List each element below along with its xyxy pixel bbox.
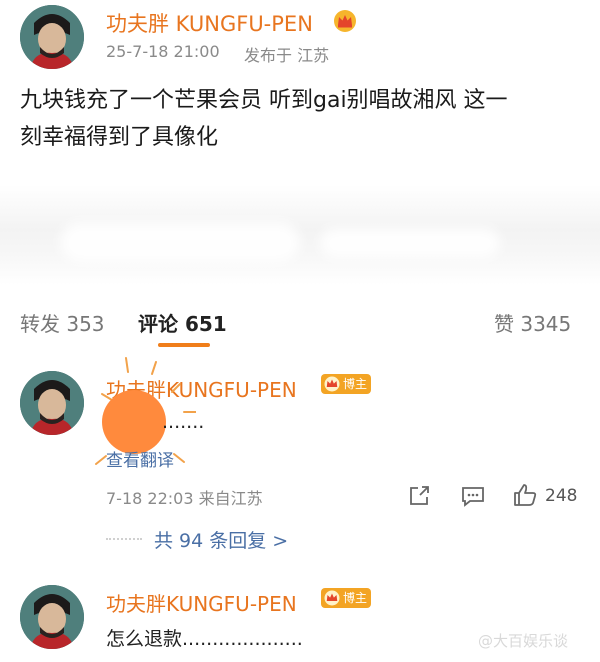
post-author-avatar[interactable] [20,5,84,69]
author-badge: 博主 [321,374,372,394]
tab-repost[interactable]: 转发 353 [20,308,105,337]
like-icon[interactable] [512,482,538,508]
comment-2-text: 怎么退款.................... [106,628,303,650]
tab-likes[interactable]: 赞 3345 [494,308,571,337]
tab-comments[interactable]: 评论 651 [138,308,227,337]
blurred-image-highlight-2 [320,228,500,258]
translate-link[interactable]: 查看翻译 [106,446,174,471]
author-badge: 博主 [321,588,372,608]
comment-icon[interactable] [460,485,486,507]
crown-icon [324,376,340,392]
share-icon[interactable] [408,485,432,507]
post-time: 25-7-18 21:00 [106,42,220,61]
author-badge-label: 博主 [343,377,368,391]
post-text-line-2: 刻幸福得到了具像化 [20,125,219,150]
author-badge-label: 博主 [343,591,368,605]
blurred-image-highlight [60,222,300,262]
crown-icon [334,10,356,32]
comment-2-author[interactable]: 功夫胖KUNGFU-PEN [106,588,297,617]
view-replies-link[interactable]: 共 94 条回复 > [154,526,288,553]
replies-divider [106,538,142,540]
comment-1-like-count: 248 [545,486,578,506]
watermark: @大百娱乐谈 [478,632,569,650]
crown-icon [324,590,340,606]
tab-active-indicator [158,343,210,347]
comment-1-time: 7-18 22:03 来自江苏 [106,489,263,508]
comment-1-text: ....... [162,411,205,433]
post-text-line-1: 九块钱充了一个芒果会员 听到gai别唱故湘风 这一 [20,88,508,113]
comment-2-avatar[interactable] [20,585,84,649]
comment-1-avatar[interactable] [20,371,84,435]
post-location: 发布于 江苏 [244,46,330,65]
post-author-name[interactable]: 功夫胖 KUNGFU-PEN [106,8,313,38]
